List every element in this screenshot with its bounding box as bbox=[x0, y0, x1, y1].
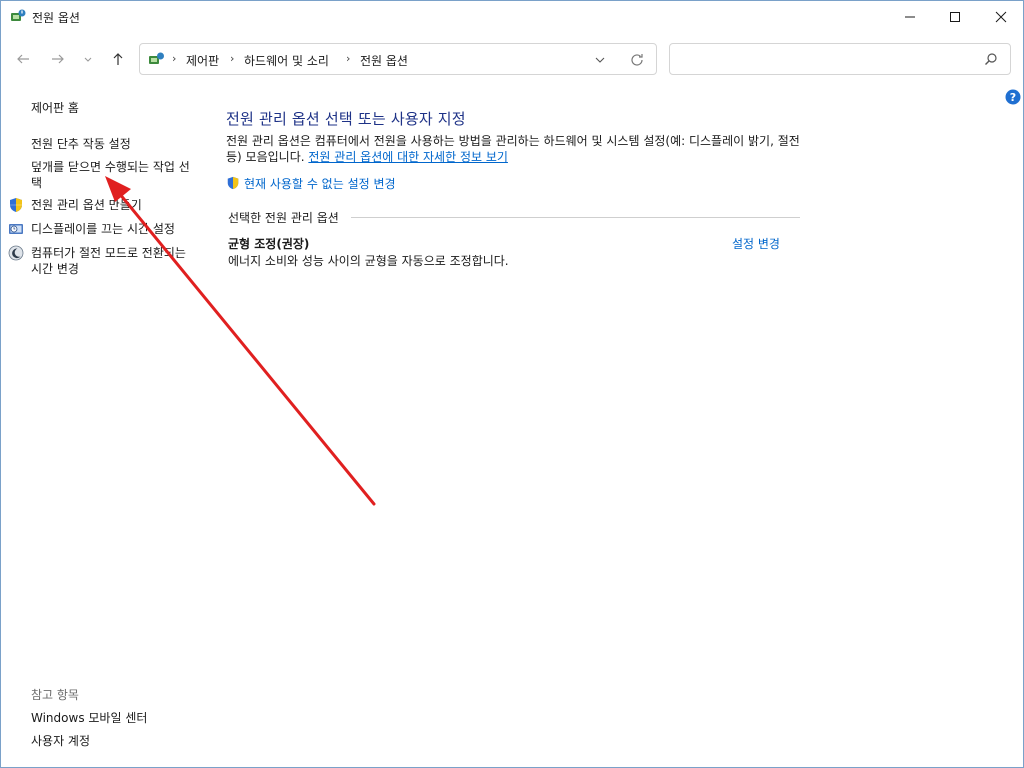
arrow-right-icon bbox=[52, 54, 64, 64]
chevron-right-icon: › bbox=[230, 52, 235, 65]
control-panel-home-link[interactable]: 제어판 홈 bbox=[31, 100, 79, 116]
uac-shield-icon bbox=[227, 176, 239, 190]
see-also-heading: 참고 항목 bbox=[31, 688, 79, 702]
svg-text:?: ? bbox=[1010, 91, 1016, 104]
search-box[interactable] bbox=[669, 43, 1011, 75]
breadcrumb-hardware-sound[interactable]: 하드웨어 및 소리 bbox=[244, 52, 329, 69]
search-icon[interactable] bbox=[984, 52, 998, 66]
up-button[interactable] bbox=[108, 49, 128, 69]
page-title: 전원 관리 옵션 선택 또는 사용자 지정 bbox=[226, 110, 466, 128]
annotation-arrow bbox=[105, 176, 376, 506]
breadcrumb-power-options[interactable]: 전원 옵션 bbox=[360, 52, 408, 69]
sidebar-item-display-off-time[interactable]: 디스플레이를 끄는 시간 설정 bbox=[31, 221, 175, 237]
see-also-mobility-center-link[interactable]: Windows 모바일 센터 bbox=[31, 710, 147, 726]
close-icon bbox=[995, 11, 1007, 22]
display-clock-icon bbox=[9, 224, 23, 234]
change-plan-settings-link[interactable]: 설정 변경 bbox=[732, 235, 780, 252]
recent-locations-button[interactable] bbox=[81, 49, 95, 69]
close-button[interactable] bbox=[978, 1, 1024, 32]
search-input[interactable] bbox=[678, 50, 978, 68]
breadcrumb-control-panel[interactable]: 제어판 bbox=[186, 52, 219, 69]
control-panel-window: 전원 옵션 › 제어판 › 하드웨어 및 소리 › 전원 옵션 ? 제어판 홈 … bbox=[0, 0, 1024, 768]
sidebar-item-lid-close-action[interactable]: 덮개를 닫으면 수행되는 작업 선택 bbox=[31, 159, 196, 191]
arrow-left-icon bbox=[17, 54, 29, 64]
help-icon[interactable]: ? bbox=[1005, 89, 1021, 105]
moon-icon bbox=[8, 245, 24, 261]
arrow-up-icon bbox=[113, 53, 123, 65]
change-unavailable-settings-link[interactable]: 현재 사용할 수 없는 설정 변경 bbox=[226, 175, 396, 192]
plan-name: 균형 조정(권장) bbox=[228, 237, 310, 251]
chevron-right-icon: › bbox=[172, 52, 177, 65]
selected-plan-heading: 선택한 전원 관리 옵션 bbox=[228, 209, 345, 226]
see-also-user-accounts-link[interactable]: 사용자 계정 bbox=[31, 733, 90, 749]
title-bar: 전원 옵션 bbox=[1, 1, 1023, 32]
window-title: 전원 옵션 bbox=[32, 11, 80, 25]
page-description: 전원 관리 옵션은 컴퓨터에서 전원을 사용하는 방법을 관리하는 하드웨어 및… bbox=[226, 133, 806, 165]
power-options-icon bbox=[11, 9, 26, 21]
minimize-button[interactable] bbox=[887, 1, 933, 32]
plan-description: 에너지 소비와 성능 사이의 균형을 자동으로 조정합니다. bbox=[228, 254, 509, 268]
minimize-icon bbox=[905, 16, 915, 17]
uac-shield-icon bbox=[10, 198, 22, 212]
navigation-bar: › 제어판 › 하드웨어 및 소리 › 전원 옵션 bbox=[1, 41, 1023, 77]
maximize-button[interactable] bbox=[932, 1, 978, 32]
sidebar-item-create-power-plan[interactable]: 전원 관리 옵션 만들기 bbox=[31, 197, 142, 213]
forward-button[interactable] bbox=[48, 49, 68, 69]
maximize-icon bbox=[950, 11, 960, 22]
change-unavailable-settings-label[interactable]: 현재 사용할 수 없는 설정 변경 bbox=[244, 177, 396, 191]
back-button[interactable] bbox=[13, 49, 33, 69]
sidebar-item-power-button-settings[interactable]: 전원 단추 작동 설정 bbox=[31, 136, 131, 152]
chevron-down-icon bbox=[84, 57, 92, 62]
control-panel-icon bbox=[149, 52, 164, 64]
refresh-icon[interactable] bbox=[629, 52, 645, 68]
sidebar-item-sleep-time[interactable]: 컴퓨터가 절전 모드로 전환되는 시간 변경 bbox=[31, 245, 196, 277]
section-divider bbox=[351, 217, 800, 218]
address-bar[interactable]: › 제어판 › 하드웨어 및 소리 › 전원 옵션 bbox=[139, 43, 657, 75]
address-dropdown-icon[interactable] bbox=[593, 53, 607, 67]
more-info-link[interactable]: 전원 관리 옵션에 대한 자세한 정보 보기 bbox=[308, 150, 508, 164]
chevron-right-icon: › bbox=[346, 52, 351, 65]
